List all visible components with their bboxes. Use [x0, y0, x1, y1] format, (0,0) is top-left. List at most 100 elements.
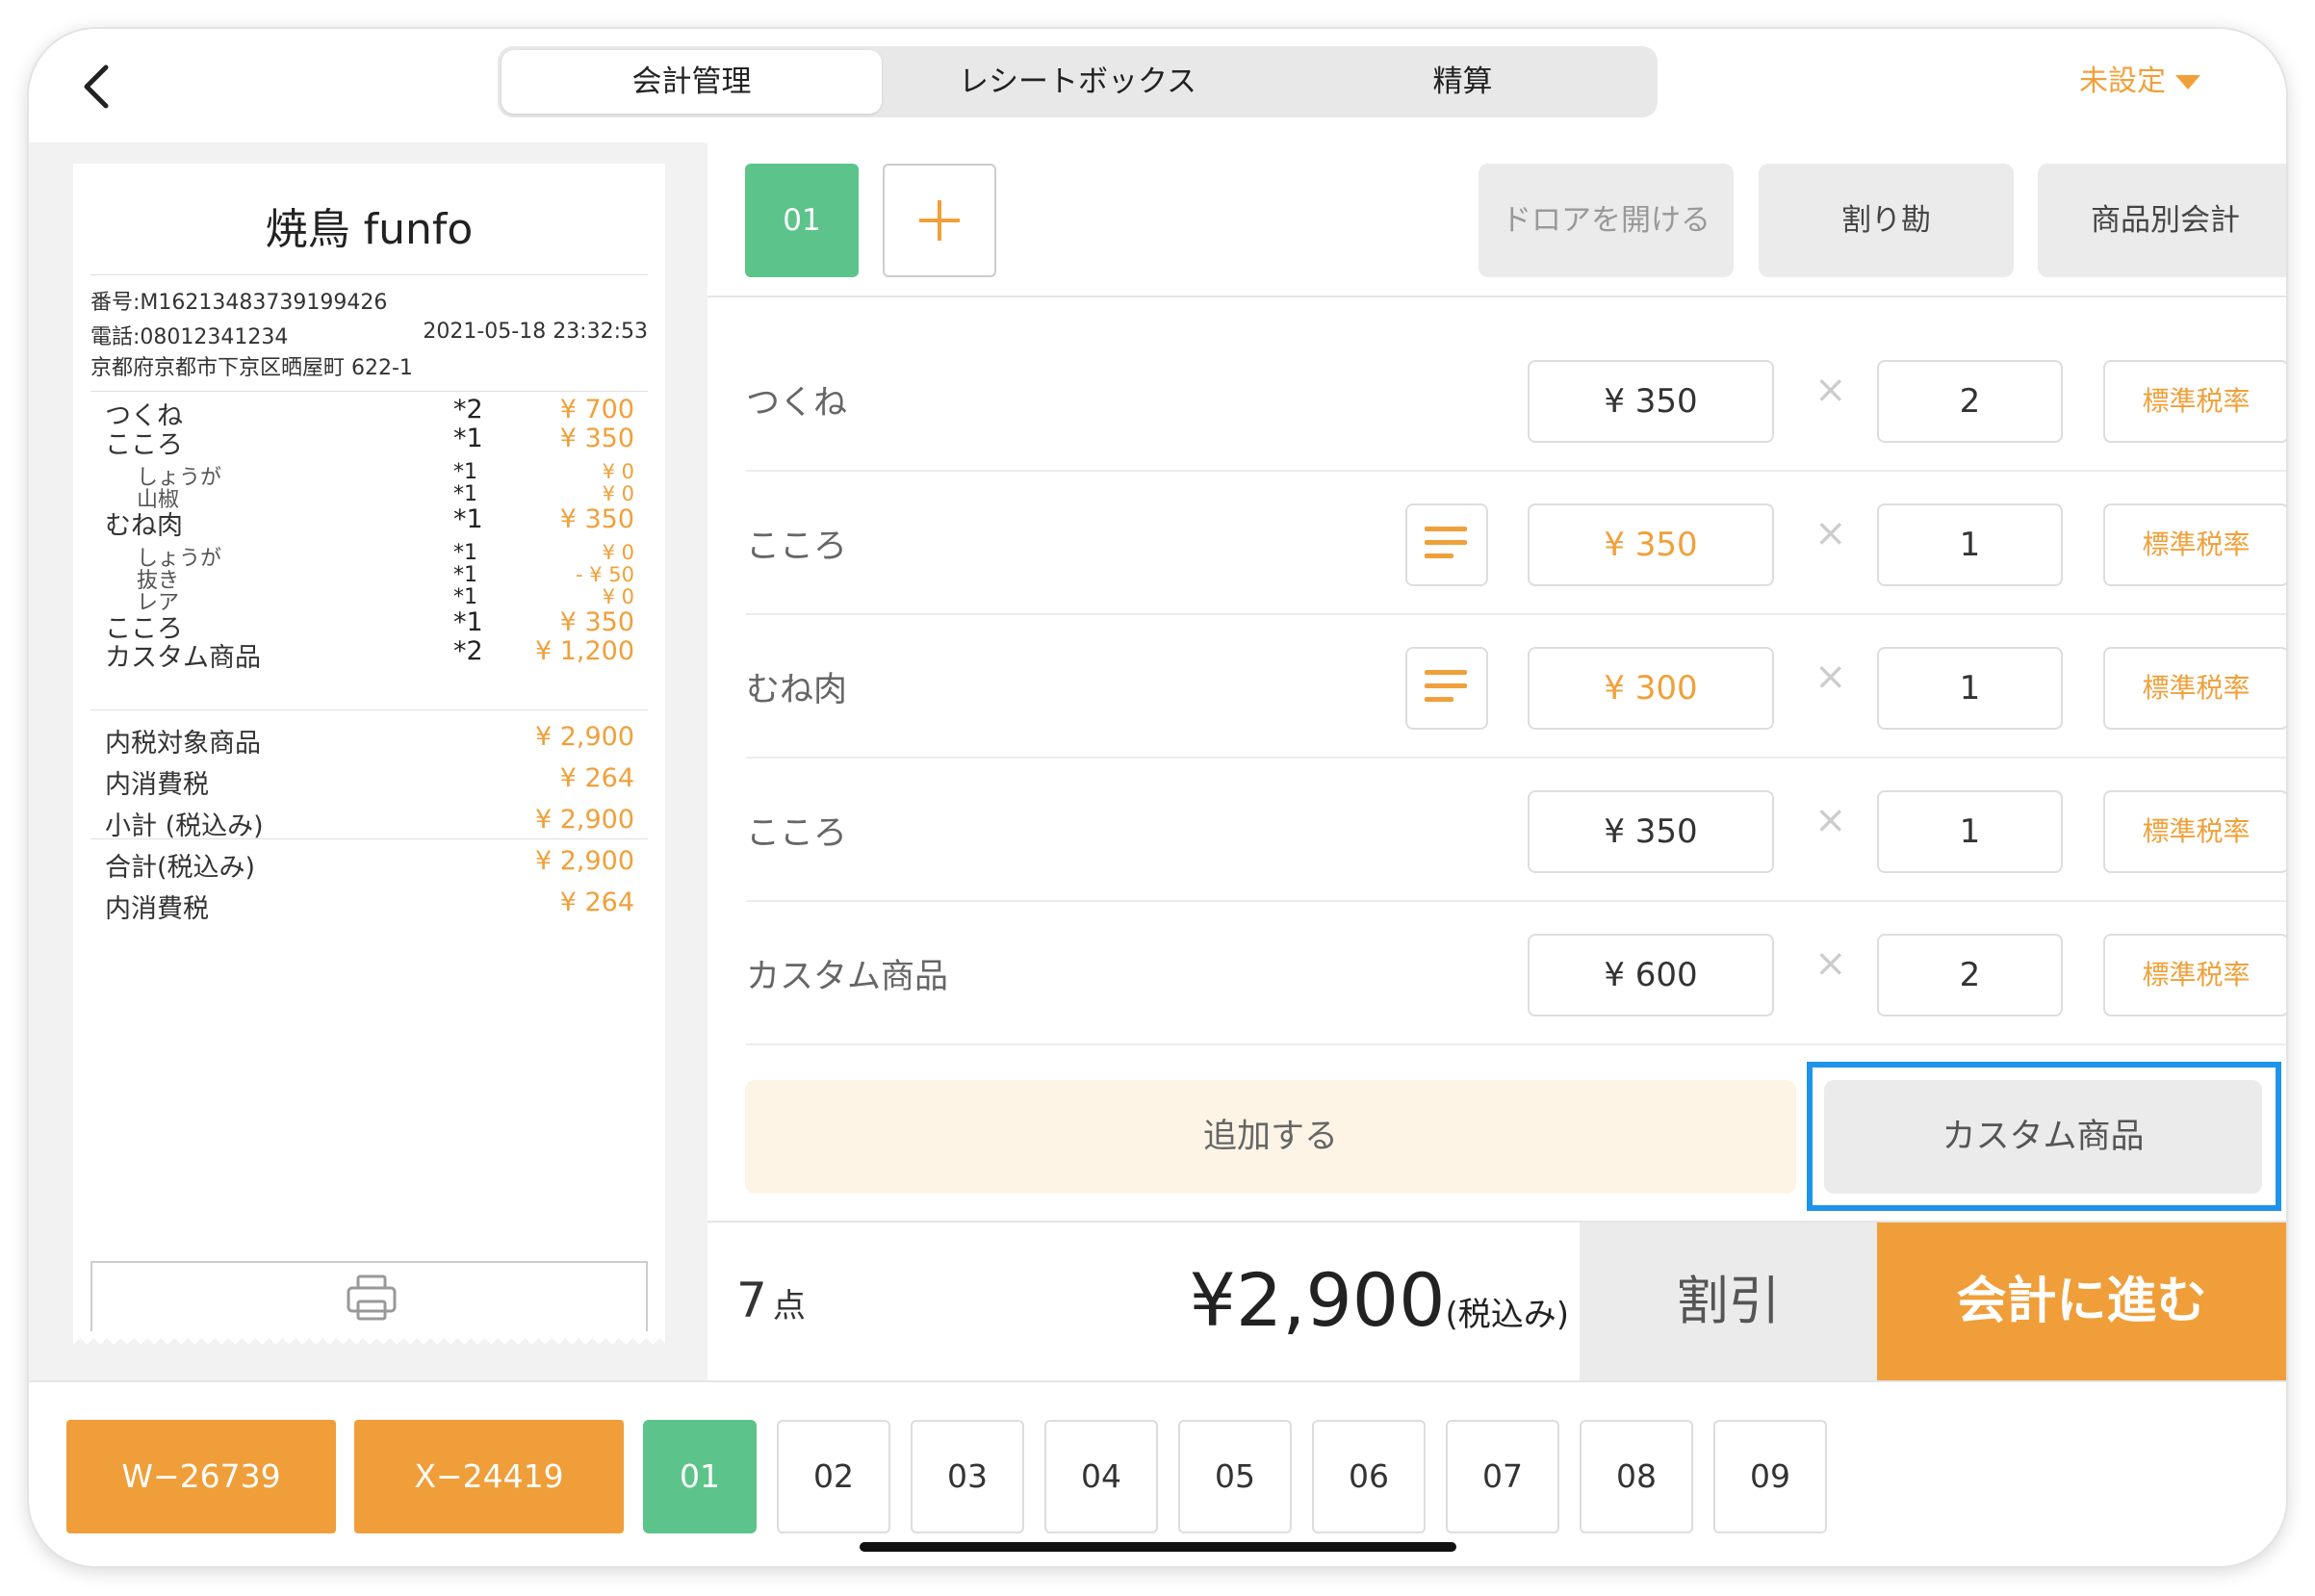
order-item-row: カスタム商品 ¥ 600 × 2 標準税率: [707, 901, 2286, 1045]
add-item-button[interactable]: 追加する: [745, 1080, 1796, 1194]
multiply-icon: ×: [1814, 941, 1847, 986]
status-dropdown[interactable]: 未設定: [2079, 58, 2200, 106]
receipt-item-qty: *1: [453, 607, 483, 637]
receipt-item-row: こころ *1 ¥ 350: [73, 424, 665, 460]
receipt-item-name: こころ: [105, 430, 183, 460]
tax-rate-button[interactable]: 標準税率: [2103, 647, 2286, 730]
checkout-button[interactable]: 会計に進む: [1877, 1223, 2286, 1380]
receipt-address: 京都府京都市下京区晒屋町 622-1: [90, 356, 413, 380]
total-bar: 7点 ¥2,900(税込み) 割引 会計に進む: [707, 1223, 2286, 1380]
receipt-summary-value: ¥ 264: [559, 888, 634, 917]
receipt-item-price: - ¥ 50: [575, 563, 634, 586]
receipt-summary-row: 小計 (税込み) ¥ 2,900: [73, 805, 665, 841]
receipt-item-row: しょうが *1 ¥ 0: [73, 460, 665, 490]
table-button-02[interactable]: 02: [777, 1420, 890, 1533]
item-quantity-field[interactable]: 2: [1877, 934, 2063, 1017]
receipt-item-name: カスタム商品: [105, 643, 261, 673]
order-tab-01[interactable]: 01: [745, 164, 859, 277]
item-quantity-field[interactable]: 1: [1877, 647, 2063, 730]
receipt-summary-value: ¥ 2,900: [534, 805, 634, 835]
table-button-04[interactable]: 04: [1044, 1420, 1158, 1533]
table-button-08[interactable]: 08: [1580, 1420, 1693, 1533]
receipt-item-price: ¥ 0: [602, 541, 634, 564]
tab-receipt-box[interactable]: レシートボックス: [887, 50, 1268, 114]
discount-button[interactable]: 割引: [1580, 1223, 1877, 1380]
item-count-value: 7: [736, 1273, 767, 1328]
pay-by-item-button[interactable]: 商品別会計: [2038, 164, 2286, 277]
printer-icon: [347, 1274, 397, 1321]
item-count-unit: 点: [772, 1287, 806, 1326]
ticket-button[interactable]: X−24419: [354, 1420, 624, 1533]
multiply-icon: ×: [1814, 655, 1847, 699]
app-window: 会計管理 レシートボックス 精算 未設定 焼鳥 funfo 番号:M162134…: [29, 29, 2286, 1566]
order-item-name: つくね: [746, 384, 848, 423]
receipt-item-qty: *2: [453, 395, 483, 425]
item-price-field[interactable]: ¥ 350: [1528, 503, 1774, 586]
print-button[interactable]: [90, 1261, 648, 1334]
item-options-button[interactable]: [1405, 647, 1488, 730]
receipt-item-price: ¥ 700: [559, 395, 634, 425]
tab-settlement[interactable]: 精算: [1273, 50, 1653, 114]
table-button-07[interactable]: 07: [1446, 1420, 1559, 1533]
table-button-06[interactable]: 06: [1312, 1420, 1426, 1533]
tab-accounting[interactable]: 会計管理: [502, 50, 882, 114]
order-item-name: むね肉: [746, 671, 848, 709]
receipt-item-row: しょうが *1 ¥ 0: [73, 541, 665, 571]
receipt-edge: [73, 1331, 665, 1345]
back-button[interactable]: [69, 52, 127, 119]
item-quantity-field[interactable]: 1: [1877, 790, 2063, 873]
tax-rate-button[interactable]: 標準税率: [2103, 790, 2286, 873]
receipt-summary-row: 内消費税 ¥ 264: [73, 888, 665, 924]
ticket-button[interactable]: W−26739: [66, 1420, 336, 1533]
item-price-field[interactable]: ¥ 600: [1528, 934, 1774, 1017]
receipt-summary-value: ¥ 264: [559, 763, 634, 793]
item-options-button[interactable]: [1405, 503, 1488, 586]
order-item-row: つくね ¥ 350 × 2 標準税率: [707, 327, 2286, 472]
receipt-phone: 電話:08012341234: [90, 325, 289, 349]
divider: [707, 296, 2286, 297]
table-button-05[interactable]: 05: [1178, 1420, 1292, 1533]
receipt-item-qty: *1: [453, 585, 477, 609]
receipt-summary-row: 合計(税込み) ¥ 2,900: [73, 846, 665, 883]
receipt-preview: 焼鳥 funfo 番号:M16213483739199426 電話:080123…: [73, 164, 665, 1345]
tax-rate-button[interactable]: 標準税率: [2103, 503, 2286, 586]
grand-total-value: ¥2,900: [1189, 1257, 1446, 1343]
receipt-item-price: ¥ 350: [559, 607, 634, 637]
receipt-item-row: つくね *2 ¥ 700: [73, 395, 665, 431]
item-price-field[interactable]: ¥ 350: [1528, 790, 1774, 873]
receipt-item-qty: *1: [453, 424, 483, 453]
item-price-field[interactable]: ¥ 350: [1528, 360, 1774, 443]
add-order-tab-button[interactable]: [883, 164, 996, 277]
receipt-item-name: むね肉: [105, 511, 183, 541]
highlight-box: [1807, 1062, 2281, 1211]
item-quantity-field[interactable]: 2: [1877, 360, 2063, 443]
receipt-summary-label: 内消費税: [105, 894, 209, 924]
grand-total: ¥2,900(税込み): [1190, 1257, 1569, 1343]
split-bill-button[interactable]: 割り勘: [1759, 164, 2014, 277]
tax-rate-button[interactable]: 標準税率: [2103, 360, 2286, 443]
receipt-panel: 焼鳥 funfo 番号:M16213483739199426 電話:080123…: [29, 142, 707, 1380]
receipt-item-price: ¥ 0: [602, 482, 634, 505]
order-item-name: こころ: [746, 814, 848, 853]
order-item-row: むね肉 ¥ 300 × 1 標準税率: [707, 614, 2286, 759]
multiply-icon: ×: [1814, 798, 1847, 842]
table-button-03[interactable]: 03: [911, 1420, 1024, 1533]
tax-rate-button[interactable]: 標準税率: [2103, 934, 2286, 1017]
list-icon-bar: [1425, 527, 1467, 531]
item-quantity-field[interactable]: 1: [1877, 503, 2063, 586]
receipt-item-qty: *1: [453, 541, 477, 565]
receipt-item-qty: *1: [453, 563, 477, 587]
receipt-item-qty: *2: [453, 636, 483, 666]
receipt-item-price: ¥ 350: [559, 424, 634, 453]
list-icon-bar: [1425, 697, 1453, 702]
receipt-item-row: 抜き *1- ¥ 50: [73, 563, 665, 593]
open-drawer-button[interactable]: ドロアを開ける: [1479, 164, 1734, 277]
table-button-01[interactable]: 01: [643, 1420, 757, 1533]
shop-name: 焼鳥 funfo: [265, 205, 474, 254]
order-toolbar: 01 ドロアを開ける 割り勘 商品別会計: [707, 142, 2286, 295]
divider: [90, 709, 648, 710]
receipt-summary-label: 小計 (税込み): [105, 811, 264, 841]
home-indicator: [860, 1542, 1456, 1552]
table-button-09[interactable]: 09: [1713, 1420, 1827, 1533]
item-price-field[interactable]: ¥ 300: [1528, 647, 1774, 730]
